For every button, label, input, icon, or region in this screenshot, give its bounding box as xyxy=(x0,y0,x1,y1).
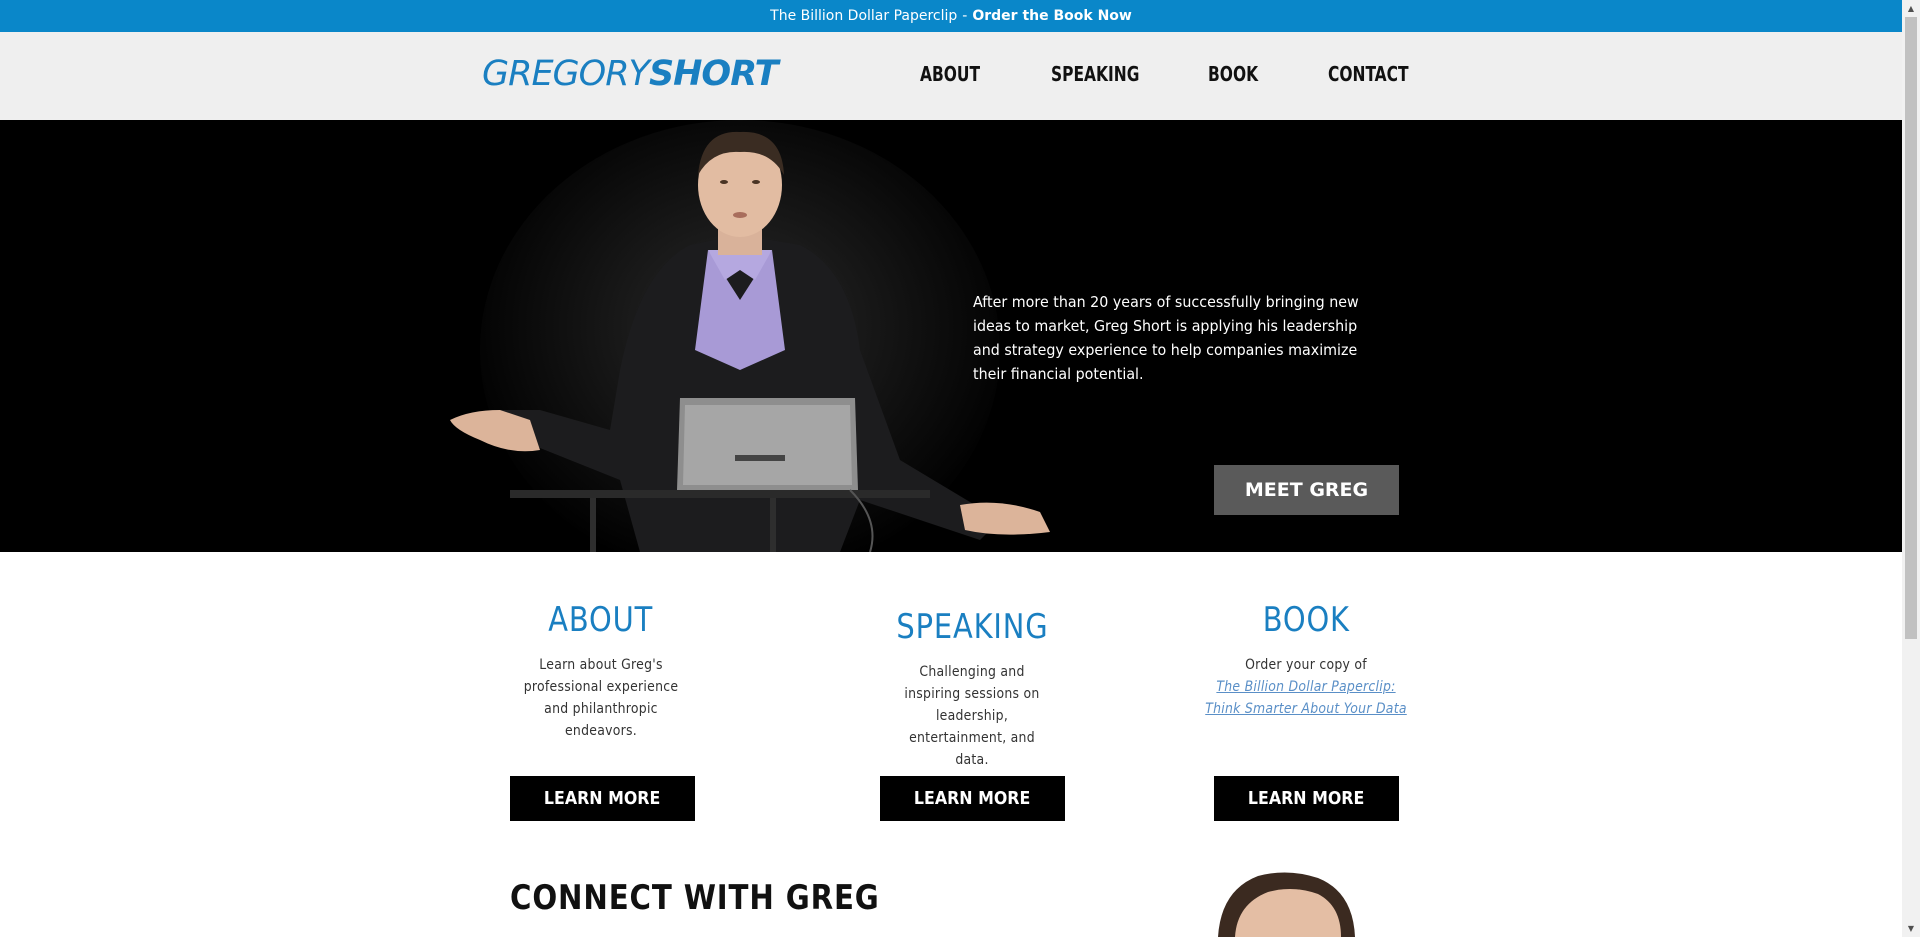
triangle-up-icon[interactable]: ▲ xyxy=(1902,0,1920,17)
logo-first-name: GREGORY xyxy=(482,54,650,94)
book-title-text: The Billion Dollar Paperclip xyxy=(770,8,958,24)
triangle-down-icon[interactable]: ▼ xyxy=(1902,920,1920,937)
feature-speaking-description: Challenging and inspiring sessions on le… xyxy=(904,664,1040,768)
feature-book-description: Order your copy of The Billion Dollar Pa… xyxy=(1177,654,1435,720)
feature-about-title: ABOUT xyxy=(548,600,654,640)
site-header: GREGORYSHORT ABOUT SPEAKING BOOK CONTACT xyxy=(0,32,1902,120)
feature-speaking: SPEAKING Challenging and inspiring sessi… xyxy=(822,607,1122,771)
nav-about[interactable]: ABOUT xyxy=(920,62,980,86)
about-learn-more-button[interactable]: LEARN MORE xyxy=(510,776,695,821)
greg-portrait-photo xyxy=(1213,870,1400,937)
topbar-separator: - xyxy=(962,8,968,24)
feature-about: ABOUT Learn about Greg's professional ex… xyxy=(451,600,751,742)
feature-book: BOOK Order your copy of The Billion Doll… xyxy=(1156,600,1456,720)
feature-about-description: Learn about Greg's professional experien… xyxy=(523,657,679,739)
nav-book[interactable]: BOOK xyxy=(1208,62,1258,86)
book-title-link-line2[interactable]: Think Smarter About Your Data xyxy=(1205,701,1407,717)
book-learn-more-button[interactable]: LEARN MORE xyxy=(1214,776,1399,821)
page-scrollbar[interactable]: ▲ ▼ xyxy=(1902,0,1920,937)
feature-book-title: BOOK xyxy=(1262,600,1350,640)
book-learn-more-label: LEARN MORE xyxy=(1248,788,1365,809)
hero-description: After more than 20 years of successfully… xyxy=(973,293,1359,383)
announcement-bar: The Billion Dollar Paperclip - Order the… xyxy=(0,0,1902,32)
meet-greg-button[interactable]: MEET GREG xyxy=(1214,465,1399,515)
book-description-lead: Order your copy of xyxy=(1245,657,1367,673)
book-title-link-line1[interactable]: The Billion Dollar Paperclip: xyxy=(1216,679,1395,695)
connect-heading: CONNECT WITH GREG xyxy=(510,878,880,918)
logo-last-name: SHORT xyxy=(648,54,779,94)
scrollbar-thumb[interactable] xyxy=(1905,17,1917,639)
feature-speaking-title: SPEAKING xyxy=(895,607,1049,647)
site-logo[interactable]: GREGORYSHORT xyxy=(482,54,779,94)
nav-contact[interactable]: CONTACT xyxy=(1328,62,1409,86)
about-learn-more-label: LEARN MORE xyxy=(544,788,661,809)
speaking-learn-more-label: LEARN MORE xyxy=(914,788,1031,809)
nav-speaking[interactable]: SPEAKING xyxy=(1051,62,1139,86)
hero-banner: After more than 20 years of successfully… xyxy=(0,120,1902,552)
order-book-link[interactable]: Order the Book Now xyxy=(972,8,1132,24)
speaking-learn-more-button[interactable]: LEARN MORE xyxy=(880,776,1065,821)
